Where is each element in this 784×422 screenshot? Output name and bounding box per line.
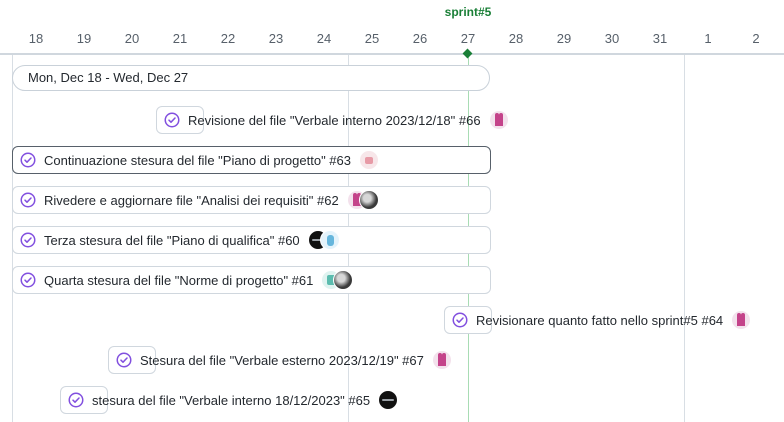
date-range-pill[interactable]: Mon, Dec 18 - Wed, Dec 27 [12,65,490,91]
timeline-item[interactable]: stesura del file "Verbale interno 18/12/… [68,386,399,414]
timeline-item[interactable]: Revisionare quanto fatto nello sprint#5 … [452,306,752,334]
timeline-item[interactable]: Quarta stesura del file "Norme di proget… [20,266,354,294]
dark-avatar[interactable] [378,390,399,410]
issue-closed-icon [20,192,36,208]
day-label: 26 [412,31,428,46]
day-label: 27 [460,31,476,46]
issue-closed-icon [20,272,36,288]
assignee-avatars[interactable] [488,110,509,130]
day-label: 28 [508,31,524,46]
day-label: 20 [124,31,140,46]
robot-avatar[interactable] [359,150,379,170]
item-title[interactable]: stesura del file "Verbale interno 18/12/… [92,393,370,408]
timeline-item[interactable]: Continuazione stesura del file "Piano di… [20,146,379,174]
day-label: 18 [28,31,44,46]
day-label: 30 [604,31,620,46]
day-label: 21 [172,31,188,46]
item-title[interactable]: Quarta stesura del file "Norme di proget… [44,273,313,288]
timeline-item[interactable]: Terza stesura del file "Piano di qualifi… [20,226,340,254]
assignee-avatars[interactable] [346,190,379,210]
item-title[interactable]: Rivedere e aggiornare file "Analisi dei … [44,193,339,208]
issue-closed-icon [164,112,180,128]
assignee-avatars[interactable] [321,270,354,290]
pink-avatar[interactable] [731,310,752,330]
item-title[interactable]: Terza stesura del file "Piano di qualifi… [44,233,300,248]
assignee-avatars[interactable] [731,310,752,330]
assignee-avatars[interactable] [431,350,452,370]
day-label: 24 [316,31,332,46]
timeline-item[interactable]: Revisione del file "Verbale interno 2023… [164,106,509,134]
day-label: 31 [652,31,668,46]
item-title[interactable]: Continuazione stesura del file "Piano di… [44,153,351,168]
item-title[interactable]: Revisionare quanto fatto nello sprint#5 … [476,313,723,328]
timeline-item[interactable]: Stesura del file "Verbale esterno 2023/1… [116,346,452,374]
month-divider [684,55,685,422]
pink-avatar[interactable] [488,110,509,130]
pink-avatar[interactable] [431,350,452,370]
milestone-label[interactable]: sprint#5 [445,5,492,19]
day-label: 1 [704,31,712,46]
issue-closed-icon [452,312,468,328]
issue-closed-icon [116,352,132,368]
item-title[interactable]: Revisione del file "Verbale interno 2023… [188,113,481,128]
day-label: 2 [752,31,760,46]
issue-closed-icon [20,152,36,168]
day-label: 22 [220,31,236,46]
day-label: 19 [76,31,92,46]
timeline-item[interactable]: Rivedere e aggiornare file "Analisi dei … [20,186,379,214]
photo-avatar[interactable] [333,270,354,290]
day-label: 23 [268,31,284,46]
assignee-avatars[interactable] [359,150,379,170]
assignee-avatars[interactable] [378,390,399,410]
issue-closed-icon [20,232,36,248]
issue-closed-icon [68,392,84,408]
blue-avatar[interactable] [319,230,340,250]
header-divider [0,53,784,55]
day-label: 29 [556,31,572,46]
day-label: 25 [364,31,380,46]
assignee-avatars[interactable] [307,230,340,250]
timeline-header: 18 19 20 21 22 23 24 25 26 27 28 29 30 3… [0,0,784,55]
photo-avatar[interactable] [358,190,379,210]
item-title[interactable]: Stesura del file "Verbale esterno 2023/1… [140,353,424,368]
